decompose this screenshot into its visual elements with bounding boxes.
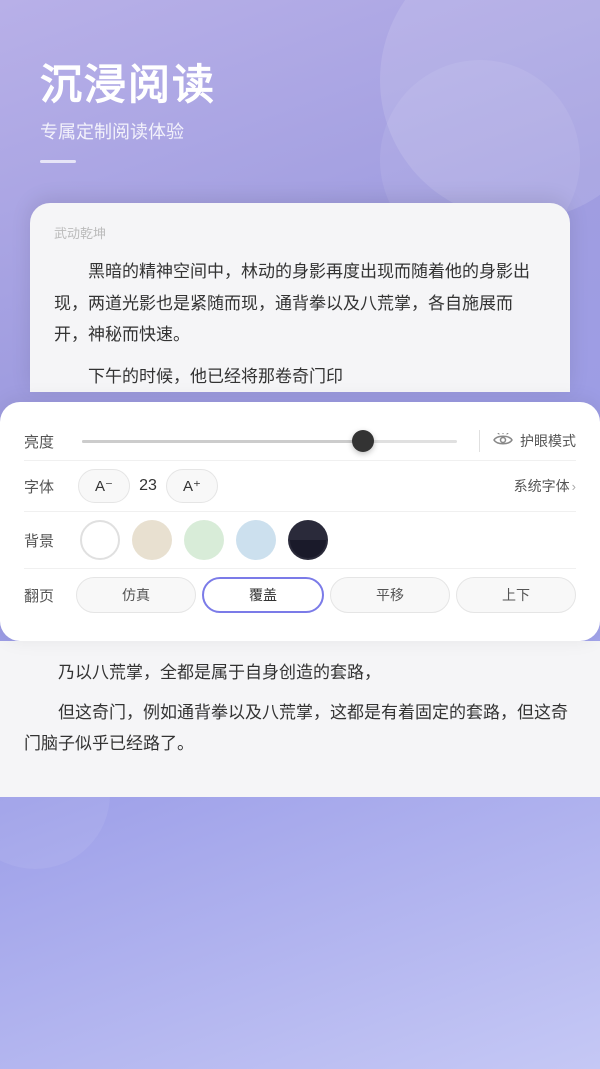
eye-mode-label: 护眼模式	[520, 431, 576, 451]
slider-fill	[82, 440, 363, 443]
brightness-slider-wrap	[82, 440, 457, 443]
brightness-label: 亮度	[24, 431, 72, 452]
page-turn-row: 翻页 仿真 覆盖 平移 上下	[24, 569, 576, 621]
reader-card: 武动乾坤 黑暗的精神空间中，林动的身影再度出现而随着他的身影出现，两道光影也是紧…	[30, 203, 570, 392]
background-label: 背景	[24, 530, 72, 551]
header-section: 沉浸阅读 专属定制阅读体验	[0, 0, 600, 193]
bg-option-beige[interactable]	[132, 520, 172, 560]
page-turn-label: 翻页	[24, 585, 72, 606]
brightness-row: 亮度 护眼模式	[24, 422, 576, 461]
chevron-right-icon: ›	[572, 479, 576, 494]
brightness-divider	[479, 430, 480, 452]
font-family-label: 系统字体	[514, 476, 570, 496]
bg-option-blue[interactable]	[236, 520, 276, 560]
bg-option-white[interactable]	[80, 520, 120, 560]
brightness-track[interactable]	[82, 440, 457, 443]
font-row: 字体 A⁻ 23 A⁺ 系统字体 ›	[24, 461, 576, 512]
bottom-text: 乃以八荒掌，全都是属于自身创造的套路， 但这奇门，例如通背拳以及八荒掌，这都是有…	[24, 657, 576, 759]
bottom-paragraph-1: 乃以八荒掌，全都是属于自身创造的套路，	[24, 657, 576, 688]
background-row: 背景	[24, 512, 576, 569]
slider-thumb[interactable]	[352, 430, 374, 452]
bg-option-dark[interactable]	[288, 520, 328, 560]
page-subtitle: 专属定制阅读体验	[40, 118, 560, 144]
eye-mode-button[interactable]: 护眼模式	[492, 431, 576, 452]
paragraph-2: 下午的时候，他已经将那卷奇门印	[54, 361, 546, 392]
background-options	[80, 520, 576, 560]
header-divider	[40, 160, 76, 163]
font-label: 字体	[24, 476, 72, 497]
font-family-button[interactable]: 系统字体 ›	[514, 476, 576, 496]
font-decrease-label: A⁻	[95, 477, 113, 495]
font-decrease-button[interactable]: A⁻	[78, 469, 130, 503]
paragraph-1: 黑暗的精神空间中，林动的身影再度出现而随着他的身影出现，两道光影也是紧随而现，通…	[54, 256, 546, 350]
bg-option-green[interactable]	[184, 520, 224, 560]
page-btn-updown[interactable]: 上下	[456, 577, 576, 613]
book-content: 黑暗的精神空间中，林动的身影再度出现而随着他的身影出现，两道光影也是紧随而现，通…	[54, 256, 546, 392]
font-increase-label: A⁺	[183, 477, 201, 495]
font-increase-button[interactable]: A⁺	[166, 469, 218, 503]
page-btn-slide[interactable]: 平移	[330, 577, 450, 613]
page-btn-cover[interactable]: 覆盖	[202, 577, 324, 613]
bottom-content: 乃以八荒掌，全都是属于自身创造的套路， 但这奇门，例如通背拳以及八荒掌，这都是有…	[0, 641, 600, 797]
settings-panel: 亮度 护眼模式 字体	[0, 402, 600, 641]
font-controls: A⁻ 23 A⁺ 系统字体 ›	[72, 469, 576, 503]
eye-icon	[492, 431, 514, 452]
page-btn-simulation[interactable]: 仿真	[76, 577, 196, 613]
font-size-value: 23	[136, 477, 160, 495]
book-title: 武动乾坤	[54, 223, 546, 242]
page-title: 沉浸阅读	[40, 60, 560, 110]
page-turn-options: 仿真 覆盖 平移 上下	[76, 577, 576, 613]
bottom-paragraph-2: 但这奇门，例如通背拳以及八荒掌，这都是有着固定的套路，但这奇门脑子似乎已经路了。	[24, 697, 576, 760]
